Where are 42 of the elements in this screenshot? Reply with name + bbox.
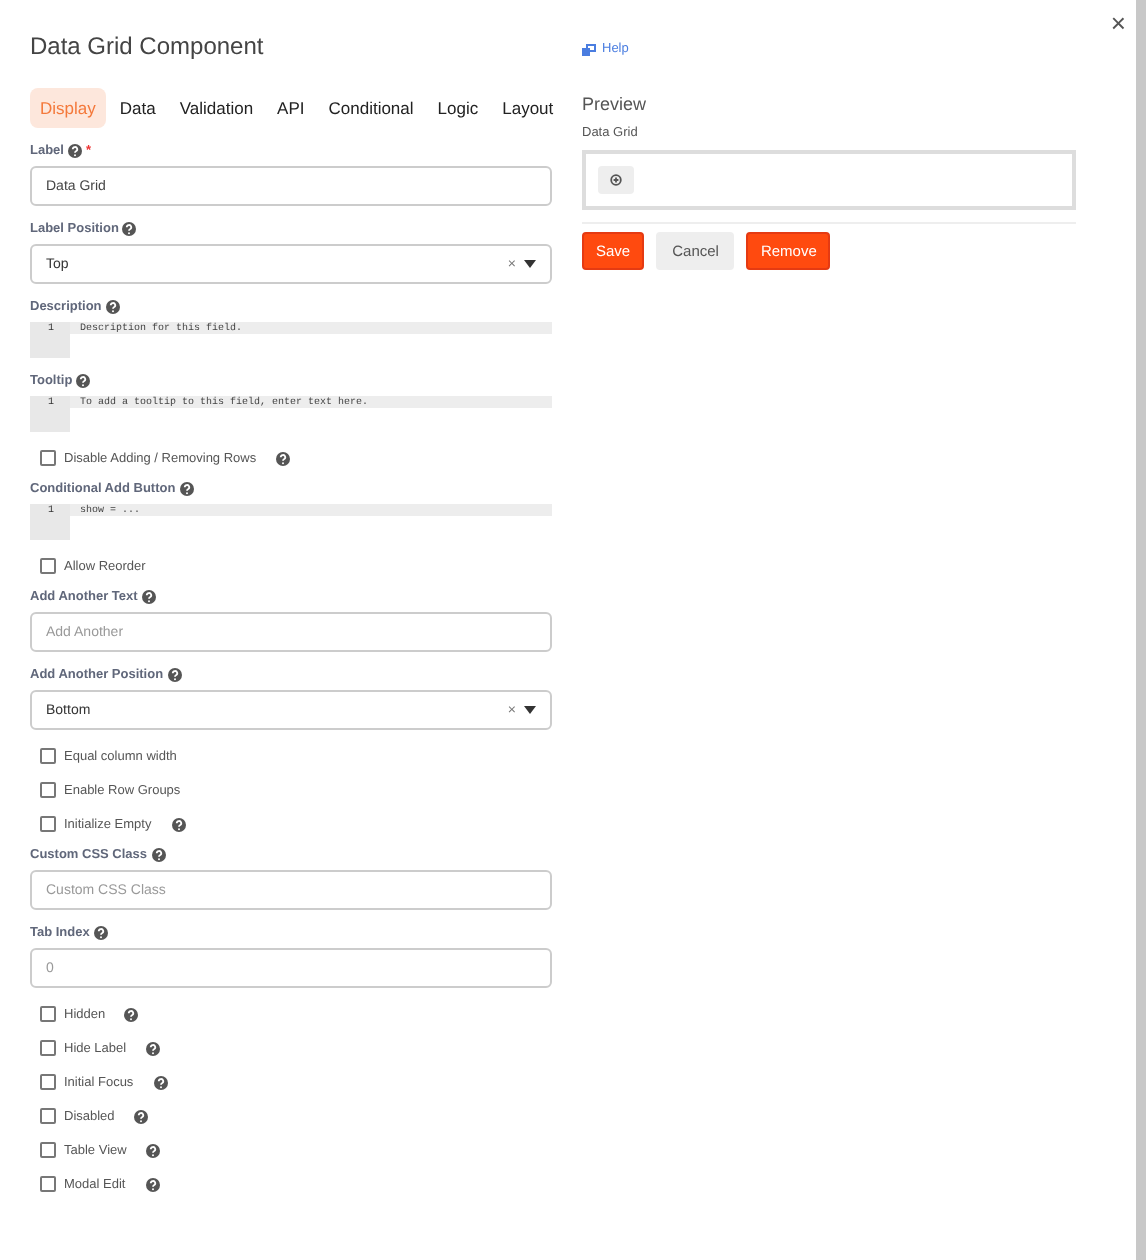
help-icon[interactable] bbox=[145, 1041, 160, 1055]
help-icon[interactable] bbox=[67, 144, 82, 158]
plus-circle-icon bbox=[610, 174, 622, 186]
checkbox[interactable] bbox=[40, 1074, 56, 1090]
add-row-button[interactable] bbox=[598, 166, 634, 194]
checkbox[interactable] bbox=[40, 782, 56, 798]
checkbox[interactable] bbox=[40, 1108, 56, 1124]
tab[interactable]: Layout bbox=[492, 88, 564, 128]
checkbox[interactable] bbox=[40, 1176, 56, 1192]
help-icon[interactable] bbox=[93, 926, 108, 940]
tab[interactable]: Conditional bbox=[318, 88, 424, 128]
help-icon[interactable] bbox=[105, 300, 120, 314]
checkbox[interactable] bbox=[40, 1142, 56, 1158]
checkbox[interactable] bbox=[40, 1006, 56, 1022]
tab[interactable]: Data bbox=[109, 88, 166, 128]
help-icon[interactable] bbox=[141, 590, 156, 604]
close-button[interactable]: × bbox=[1110, 8, 1126, 38]
checkbox[interactable] bbox=[40, 1040, 56, 1056]
checkbox[interactable] bbox=[40, 816, 56, 832]
help-icon[interactable] bbox=[179, 482, 194, 496]
help-icon[interactable] bbox=[134, 1109, 149, 1123]
external-link-icon bbox=[582, 43, 596, 55]
help-icon[interactable] bbox=[153, 1075, 167, 1089]
checkbox[interactable] bbox=[40, 748, 56, 764]
help-icon[interactable] bbox=[275, 451, 290, 465]
help-icon[interactable] bbox=[122, 222, 137, 236]
help-icon[interactable] bbox=[167, 668, 182, 682]
help-icon[interactable] bbox=[145, 1177, 160, 1191]
dialog-title: Data Grid Component bbox=[30, 32, 266, 60]
caret-icon[interactable] bbox=[524, 260, 536, 268]
preview-title: Preview bbox=[582, 94, 649, 114]
help-icon[interactable] bbox=[76, 374, 91, 388]
checkbox[interactable] bbox=[40, 450, 56, 466]
tab[interactable]: Logic bbox=[427, 88, 489, 128]
help-icon[interactable] bbox=[171, 817, 186, 831]
help-icon[interactable] bbox=[146, 1143, 161, 1157]
caret-icon[interactable] bbox=[524, 706, 536, 714]
help-icon[interactable] bbox=[151, 848, 166, 862]
tab[interactable]: Validation bbox=[169, 88, 264, 128]
help-icon[interactable] bbox=[124, 1007, 139, 1021]
tab[interactable]: API bbox=[267, 88, 315, 128]
checkbox[interactable] bbox=[40, 558, 56, 574]
